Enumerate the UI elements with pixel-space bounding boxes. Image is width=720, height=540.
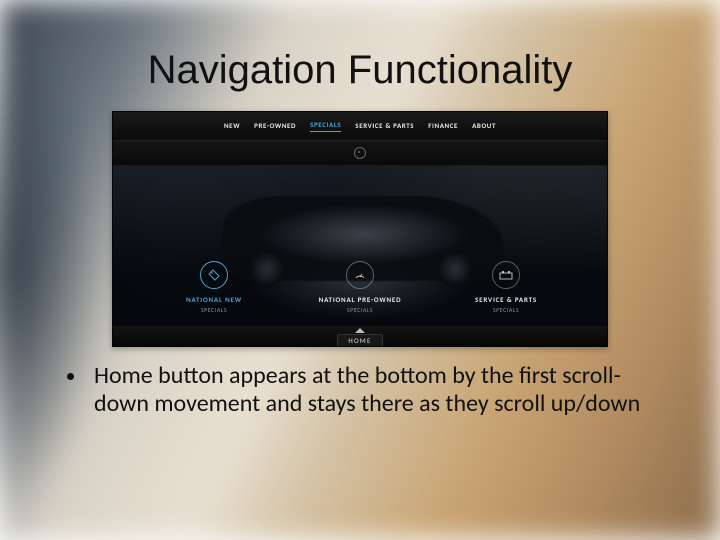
sub-bar	[113, 141, 607, 166]
top-nav: NEW PRE-OWNED SPECIALS SERVICE & PARTS F…	[113, 112, 607, 141]
bullet-list: Home button appears at the bottom by the…	[66, 362, 660, 419]
brand-logo-icon	[354, 147, 366, 159]
nav-item-new[interactable]: NEW	[224, 121, 240, 132]
hero-item-national-new[interactable]: NATIONAL NEW SPECIALS	[144, 261, 284, 314]
screenshot-footer: HOME	[113, 326, 607, 347]
hero-item-label: NATIONAL NEW	[144, 295, 284, 304]
slide-title: Navigation Functionality	[0, 48, 720, 93]
nav-item-preowned[interactable]: PRE-OWNED	[254, 121, 296, 132]
embedded-screenshot: NEW PRE-OWNED SPECIALS SERVICE & PARTS F…	[112, 111, 608, 347]
tag-icon	[200, 261, 228, 289]
slide: Navigation Functionality NEW PRE-OWNED S…	[0, 0, 720, 540]
hero-item-sub: SPECIALS	[144, 306, 284, 314]
nav-item-service[interactable]: SERVICE & PARTS	[355, 121, 414, 132]
gauge-icon	[346, 261, 374, 289]
nav-item-specials[interactable]: SPECIALS	[310, 120, 341, 132]
hero-area: NATIONAL NEW SPECIALS NATIONAL PRE-OWNED…	[113, 166, 607, 326]
hero-item-sub: SPECIALS	[290, 306, 430, 314]
chevron-up-icon[interactable]	[355, 328, 365, 333]
home-button[interactable]: HOME	[337, 334, 382, 347]
battery-icon	[492, 261, 520, 289]
hero-item-label: NATIONAL PRE-OWNED	[290, 295, 430, 304]
hero-items-row: NATIONAL NEW SPECIALS NATIONAL PRE-OWNED…	[113, 261, 607, 314]
nav-item-about[interactable]: ABOUT	[472, 121, 496, 132]
bullet-item: Home button appears at the bottom by the…	[88, 362, 660, 419]
nav-item-finance[interactable]: FINANCE	[428, 121, 458, 132]
hero-item-service-parts[interactable]: SERVICE & PARTS SPECIALS	[436, 261, 576, 314]
hero-item-national-preowned[interactable]: NATIONAL PRE-OWNED SPECIALS	[290, 261, 430, 314]
hero-item-label: SERVICE & PARTS	[436, 295, 576, 304]
hero-item-sub: SPECIALS	[436, 306, 576, 314]
